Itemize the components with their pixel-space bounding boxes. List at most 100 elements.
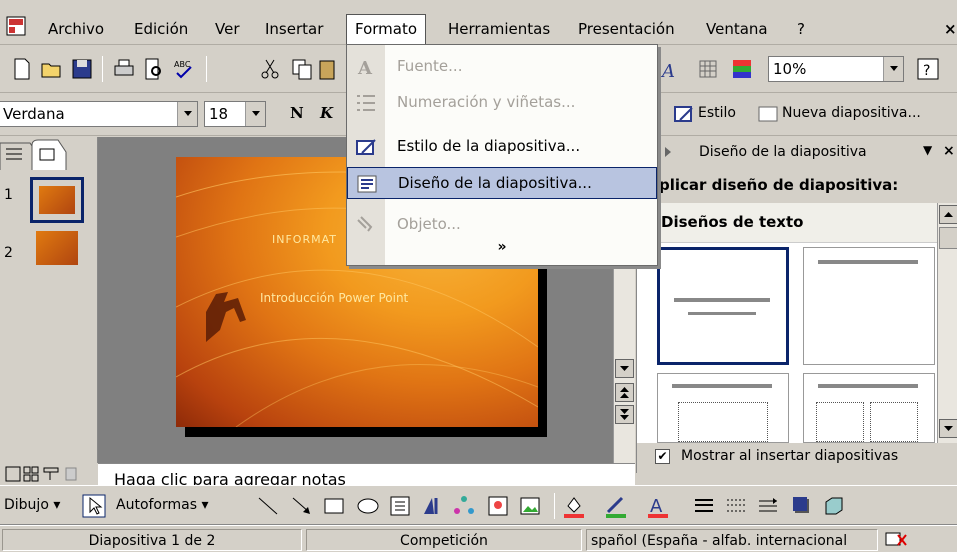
svg-text:ABC: ABC [174, 60, 191, 69]
bullets-icon [357, 95, 375, 111]
grid-icon[interactable] [696, 57, 720, 81]
thumbnail-number: 1 [4, 187, 13, 203]
menu-item-estilo-diapositiva[interactable]: Estilo de la diapositiva... [347, 131, 657, 163]
separator [554, 493, 555, 519]
menu-item-diseno-diapositiva[interactable]: Diseño de la diapositiva... [347, 167, 657, 199]
chevron-down-icon[interactable] [177, 102, 197, 126]
paste-icon[interactable] [318, 57, 336, 81]
menu-item-label: Numeración y viñetas... [397, 93, 576, 111]
font-color-icon[interactable]: A [646, 494, 670, 518]
chevron-down-icon[interactable]: ▼ [923, 143, 932, 157]
close-doc-icon[interactable]: × [944, 20, 957, 38]
slide-title-text[interactable]: INFORMAT [272, 233, 337, 246]
menu-ventana[interactable]: Ventana [706, 20, 768, 38]
double-down-icon [620, 409, 629, 420]
menu-help[interactable]: ? [797, 20, 805, 38]
italic-button[interactable]: K [320, 104, 333, 122]
menu-item-objeto[interactable]: Objeto... [347, 209, 657, 241]
task-pane-title[interactable]: Diseño de la diapositiva [699, 144, 867, 160]
print-icon[interactable] [112, 57, 136, 81]
task-pane-scrollbar[interactable] [937, 203, 957, 443]
layout-title-only[interactable] [803, 247, 935, 365]
zoom-value: 10% [773, 60, 807, 78]
autoshapes-menu-button[interactable]: Autoformas ▾ [116, 497, 209, 513]
dash-style-icon[interactable] [724, 494, 748, 518]
menu-item-label: Estilo de la diapositiva... [397, 137, 581, 155]
text-layouts-section[interactable]: Diseños de texto [637, 203, 937, 243]
new-slide-button[interactable]: Nueva diapositiva... [782, 105, 921, 121]
close-pane-icon[interactable]: × [943, 143, 955, 159]
menu-item-numeracion[interactable]: Numeración y viñetas... [347, 87, 657, 119]
3d-icon[interactable] [822, 494, 846, 518]
text-box-icon[interactable] [388, 494, 412, 518]
slide-thumbnail-1[interactable] [30, 177, 84, 223]
pane-tabs[interactable] [0, 137, 98, 171]
menu-presentacion[interactable]: Presentación [578, 20, 675, 38]
task-pane: Diseño de la diapositiva ▼ × plicar dise… [636, 137, 957, 473]
zoom-combo[interactable]: 10% [768, 56, 904, 82]
size-combo[interactable]: 18 [204, 101, 266, 127]
menu-expand-chevron[interactable]: » [347, 239, 657, 261]
slides-pane: 1 2 [0, 137, 98, 463]
menu-insertar[interactable]: Insertar [265, 20, 323, 38]
powerpoint-icon[interactable] [6, 16, 26, 36]
bold-button[interactable]: N [290, 104, 304, 122]
notes-pane[interactable]: Haga clic para agregar notas [98, 463, 635, 485]
slide-thumbnail-2[interactable] [34, 229, 80, 267]
ellipse-icon[interactable] [356, 494, 380, 518]
font-size-icon[interactable]: A [660, 57, 684, 81]
style-icon [674, 106, 693, 122]
insert-picture-icon[interactable] [518, 494, 542, 518]
slide-layout-icon [357, 175, 377, 193]
chevron-down-icon[interactable] [883, 57, 903, 81]
line-style-icon[interactable] [692, 494, 716, 518]
show-on-insert-checkbox[interactable]: ✔ [655, 449, 670, 464]
menu-item-fuente[interactable]: A Fuente... [347, 51, 657, 83]
menu-formato[interactable]: Formato [346, 14, 427, 45]
color-grayscale-icon[interactable] [730, 57, 754, 81]
style-button[interactable]: Estilo [698, 105, 736, 121]
scroll-down-button[interactable] [939, 419, 957, 438]
draw-label: Dibujo [4, 497, 49, 513]
chevron-up-icon [944, 212, 953, 217]
spelling-icon[interactable]: ABC [172, 57, 196, 81]
layout-title-slide[interactable] [657, 247, 789, 365]
layout-two-columns[interactable] [803, 373, 935, 443]
open-folder-icon[interactable] [40, 57, 64, 81]
fill-color-icon[interactable] [562, 494, 586, 518]
scroll-thumb[interactable] [939, 227, 957, 249]
chevron-down-icon[interactable] [245, 102, 265, 126]
menu-herramientas[interactable]: Herramientas [448, 20, 550, 38]
menu-edicion[interactable]: Edición [134, 20, 188, 38]
drawing-toolbar: Dibujo ▾ Autoformas ▾ A [0, 485, 957, 525]
scroll-up-button[interactable] [939, 205, 957, 224]
select-arrow-icon[interactable] [82, 494, 106, 518]
next-slide-button[interactable] [615, 405, 634, 424]
wordart-icon[interactable] [420, 494, 444, 518]
new-document-icon[interactable] [10, 57, 34, 81]
spelling-status-icon[interactable] [884, 531, 910, 549]
arrow-style-icon[interactable] [756, 494, 780, 518]
arrow-icon[interactable] [290, 494, 314, 518]
rectangle-icon[interactable] [322, 494, 346, 518]
cut-icon[interactable] [258, 57, 282, 81]
clip-art-icon[interactable] [486, 494, 510, 518]
print-preview-icon[interactable] [142, 57, 166, 81]
line-icon[interactable] [256, 494, 280, 518]
previous-slide-button[interactable] [615, 383, 634, 402]
font-combo[interactable]: Verdana [0, 101, 198, 127]
menu-bar: Archivo Edición Ver Insertar Formato Her… [0, 0, 957, 45]
copy-icon[interactable] [290, 57, 314, 81]
view-mode-icons[interactable] [4, 465, 94, 483]
shadow-icon[interactable] [790, 494, 814, 518]
scroll-down-button[interactable] [615, 359, 634, 378]
diagram-icon[interactable] [452, 494, 476, 518]
save-icon[interactable] [70, 57, 94, 81]
slide-subtitle-text[interactable]: Introducción Power Point [260, 291, 408, 305]
help-icon[interactable]: ? [916, 57, 940, 81]
draw-menu-button[interactable]: Dibujo ▾ [4, 497, 60, 513]
menu-ver[interactable]: Ver [215, 20, 240, 38]
menu-archivo[interactable]: Archivo [48, 20, 104, 38]
layout-title-text[interactable] [657, 373, 789, 443]
line-color-icon[interactable] [604, 494, 628, 518]
